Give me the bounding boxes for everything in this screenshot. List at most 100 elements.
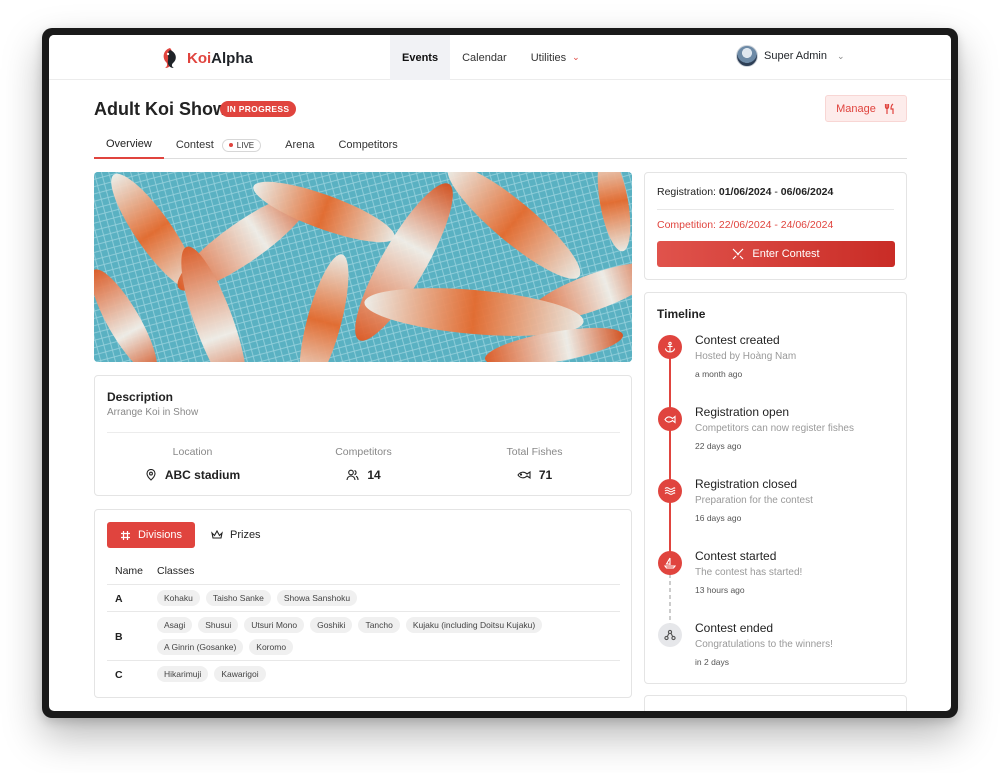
timeline-item-time: 13 hours ago — [695, 585, 745, 595]
nav-utilities[interactable]: Utilities ⌄ — [519, 35, 592, 80]
live-dot-icon — [228, 143, 233, 147]
class-chip: Showa Sanshoku — [276, 590, 358, 606]
timeline-line — [669, 351, 671, 567]
device-frame: KoiAlpha Events Calendar Utilities ⌄ Supe… — [42, 28, 958, 718]
crown-icon — [211, 530, 223, 539]
tab-contest[interactable]: Contest LIVE — [164, 131, 273, 159]
class-chip: Asagi — [157, 617, 193, 633]
registration-dates: Registration: 01/06/2024 - 06/06/2024 — [657, 186, 833, 198]
location-pin-icon — [146, 469, 156, 481]
nav-calendar[interactable]: Calendar — [450, 35, 519, 80]
manage-label: Manage — [836, 102, 876, 115]
user-menu[interactable]: Super Admin ⌄ — [736, 45, 845, 67]
class-chip: Taisho Sanke — [205, 590, 271, 606]
class-chips: Kohaku Taisho Sanke Showa Sanshoku — [157, 590, 577, 606]
registration-start: 01/06/2024 — [718, 186, 772, 198]
stat-competitors-label: Competitors — [335, 446, 392, 458]
screen: KoiAlpha Events Calendar Utilities ⌄ Supe… — [49, 35, 951, 711]
tab-arena[interactable]: Arena — [273, 131, 326, 159]
class-chip: Kohaku — [157, 590, 200, 606]
timeline-item-time: 16 days ago — [695, 513, 742, 523]
koi-photo — [94, 172, 632, 362]
class-chip: Koromo — [249, 639, 294, 655]
brand-suffix: Alpha — [211, 49, 253, 67]
swords-icon — [732, 248, 744, 260]
timeline-item-desc: Hosted by Hoàng Nam — [695, 351, 797, 362]
divisions-card: Divisions Prizes Name Classes A Kohaku T… — [94, 509, 632, 698]
stat-total-fishes: Total Fishes 71 — [449, 446, 620, 482]
grid-hash-icon — [120, 530, 130, 540]
timeline-item-desc: The contest has started! — [695, 567, 803, 578]
description-text: Arrange Koi in Show — [107, 407, 199, 418]
registration-sep: - — [771, 186, 781, 198]
stat-competitors: Competitors 14 — [278, 446, 449, 482]
column-header-classes: Classes — [157, 565, 195, 577]
timeline-item-desc: Congratulations to the winners! — [695, 639, 833, 650]
registration-label: Registration: — [657, 186, 716, 198]
timeline-item-time: in 2 days — [695, 657, 730, 667]
registration-card: Registration: 01/06/2024 - 06/06/2024 Co… — [644, 172, 907, 280]
divisions-tab-label: Divisions — [137, 529, 182, 541]
event-cover-image — [94, 172, 632, 362]
column-header-name: Name — [115, 565, 144, 577]
brand-prefix: Koi — [187, 49, 212, 67]
koi-logo-icon — [163, 48, 176, 68]
fish-icon — [658, 407, 682, 431]
user-name: Super Admin — [764, 50, 827, 62]
class-chips: Hikarimuji Kawarigoi — [157, 666, 577, 682]
timeline-item-title: Contest started — [695, 549, 777, 563]
top-navbar: KoiAlpha Events Calendar Utilities ⌄ Supe… — [49, 35, 951, 80]
division-name: A — [115, 593, 123, 605]
timeline-item-desc: Preparation for the contest — [695, 495, 813, 506]
fish-icon — [517, 470, 531, 480]
class-chip: Kujaku (including Doitsu Kujaku) — [405, 617, 543, 633]
stat-location: Location ABC stadium — [107, 446, 278, 482]
tab-overview-label: Overview — [106, 138, 152, 150]
table-row: C Hikarimuji Kawarigoi — [107, 660, 620, 687]
stat-location-label: Location — [172, 446, 213, 458]
class-chip: Hikarimuji — [157, 666, 209, 682]
registration-end: 06/06/2024 — [780, 186, 834, 198]
avatar — [736, 45, 758, 67]
stat-total-fishes-value: 71 — [538, 468, 553, 482]
divisions-tab-button[interactable]: Divisions — [107, 522, 195, 548]
class-chip: Tancho — [358, 617, 400, 633]
table-row: A Kohaku Taisho Sanke Showa Sanshoku — [107, 584, 620, 611]
live-badge-label: LIVE — [236, 140, 255, 150]
divider — [107, 432, 620, 433]
page-title: Adult Koi Show — [94, 99, 227, 119]
waves-icon — [658, 479, 682, 503]
prizes-tab-button[interactable]: Prizes — [211, 522, 261, 548]
chevron-down-icon: ⌄ — [572, 52, 580, 62]
brand-logo[interactable]: KoiAlpha — [159, 46, 253, 70]
stat-total-fishes-label: Total Fishes — [506, 446, 563, 458]
nav-events-label: Events — [402, 51, 439, 64]
timeline-item-title: Registration closed — [695, 477, 798, 491]
stat-competitors-value: 14 — [367, 468, 381, 482]
timeline-item-time: 22 days ago — [695, 441, 742, 451]
enter-contest-button[interactable]: Enter Contest — [657, 241, 895, 267]
class-chip: Shusui — [198, 617, 239, 633]
class-chips: Asagi Shusui Utsuri Mono Goshiki Tancho … — [157, 617, 577, 655]
class-chip: Kawarigoi — [214, 666, 266, 682]
tab-competitors[interactable]: Competitors — [326, 131, 409, 159]
anchor-icon — [658, 335, 682, 359]
timeline-item-desc: Competitors can now register fishes — [695, 423, 854, 434]
table-row: B Asagi Shusui Utsuri Mono Goshiki Tanch… — [107, 611, 620, 660]
divider — [657, 209, 894, 210]
additional-card — [644, 695, 907, 711]
main-nav: Events Calendar Utilities ⌄ — [390, 35, 592, 80]
status-badge: IN PROGRESS — [220, 101, 297, 117]
sailboat-icon — [658, 551, 682, 575]
competition-dates: Competition: 22/06/2024 - 24/06/2024 — [657, 219, 834, 231]
tab-overview[interactable]: Overview — [94, 131, 164, 159]
nav-events[interactable]: Events — [390, 35, 451, 80]
nav-calendar-label: Calendar — [462, 51, 507, 64]
tab-competitors-label: Competitors — [338, 139, 398, 151]
class-chip: Goshiki — [310, 617, 353, 633]
prizes-tab-label: Prizes — [230, 529, 261, 541]
manage-button[interactable]: Manage — [825, 95, 907, 122]
timeline-item-title: Contest created — [695, 333, 780, 347]
tab-contest-label: Contest — [175, 139, 214, 151]
description-card: Description Arrange Koi in Show Location… — [94, 375, 632, 496]
